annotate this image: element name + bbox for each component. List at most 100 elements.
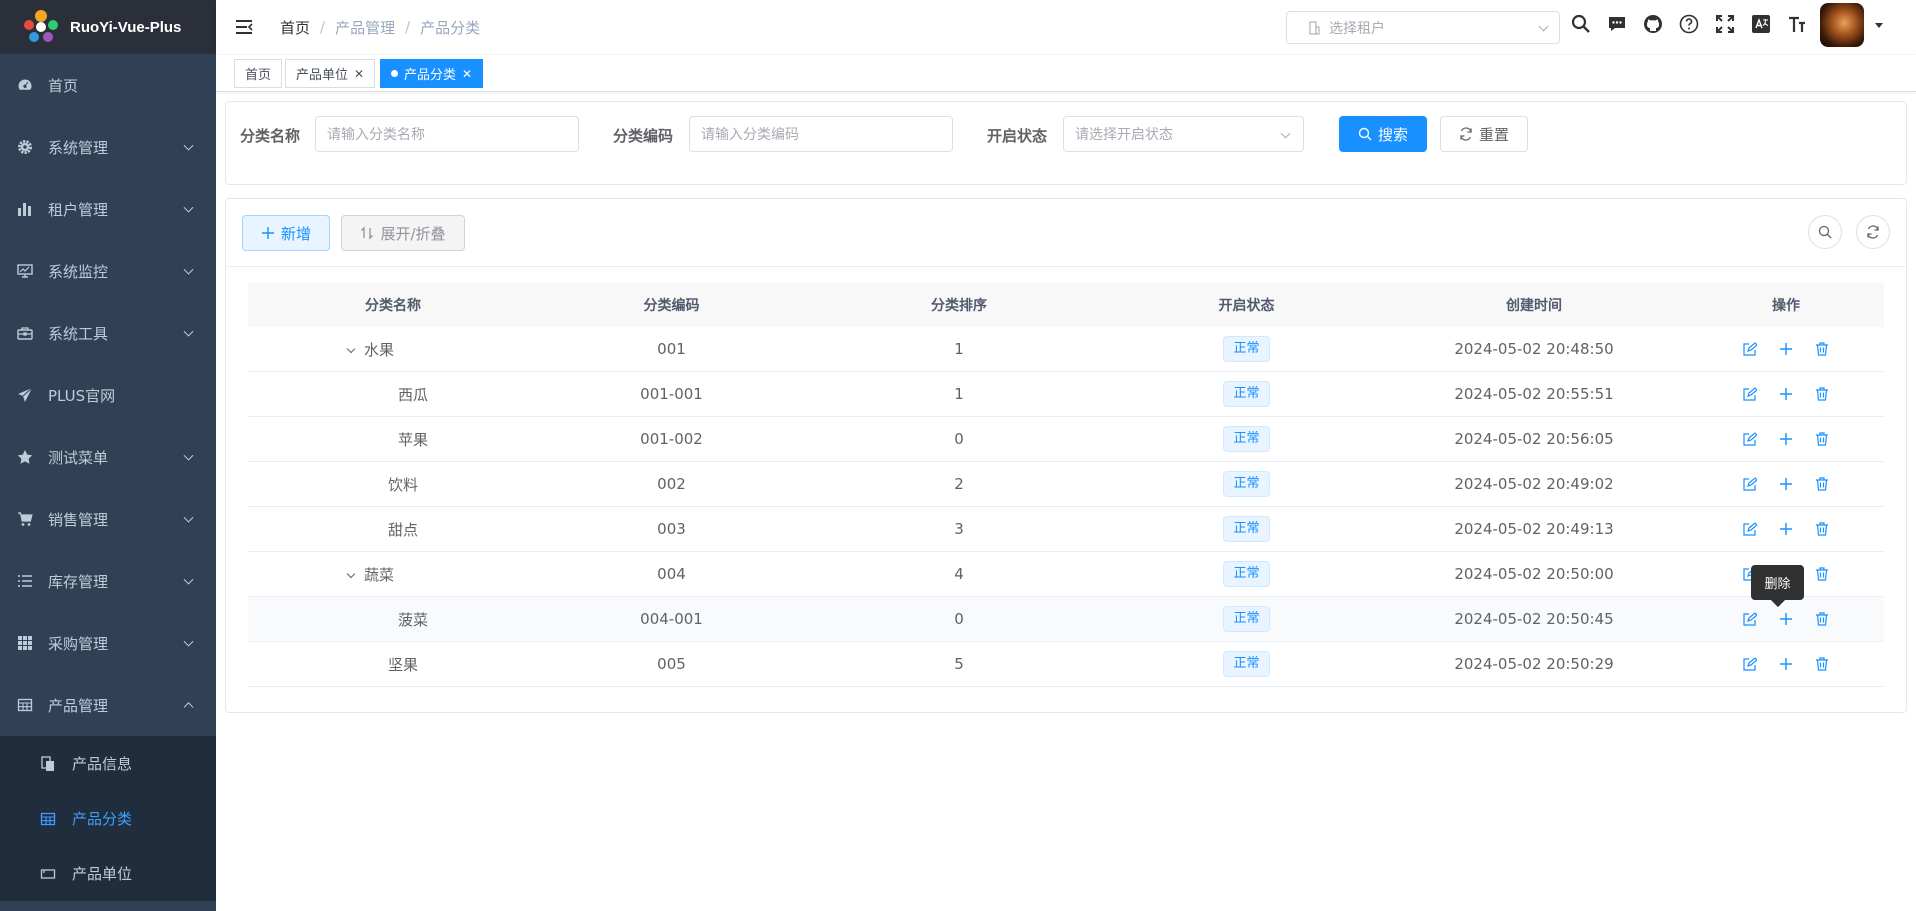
add-child-icon[interactable] [1778, 521, 1794, 537]
refresh-table-button[interactable] [1856, 215, 1890, 249]
logo[interactable]: RuoYi-Vue-Plus [0, 0, 216, 54]
hamburger-icon[interactable] [234, 17, 254, 37]
fullscreen-icon[interactable] [1715, 14, 1735, 34]
category-sort: 0 [954, 430, 964, 448]
sidebar-item-purchase[interactable]: 采购管理 [0, 612, 216, 674]
breadcrumb-home[interactable]: 首页 [280, 17, 310, 38]
refresh-icon [1866, 225, 1880, 239]
column-header: 分类排序 [931, 298, 987, 314]
tag-product-unit[interactable]: 产品单位 ✕ [285, 59, 376, 88]
expand-collapse-button[interactable]: 展开/折叠 [341, 215, 465, 251]
add-child-icon[interactable] [1778, 476, 1794, 492]
delete-icon[interactable] [1814, 566, 1830, 582]
tag-product-category[interactable]: 产品分类 ✕ [380, 59, 484, 88]
actions-cell [1688, 341, 1884, 357]
status-badge: 正常 [1223, 651, 1270, 677]
sidebar-item-test-menu[interactable]: 测试菜单 [0, 426, 216, 488]
tag-home[interactable]: 首页 [234, 59, 283, 88]
category-name-cell: 坚果 [248, 654, 538, 675]
sidebar-item-home[interactable]: 首页 [0, 54, 216, 116]
sidebar-item-product-category[interactable]: 产品分类 [0, 791, 216, 846]
sidebar-item-product[interactable]: 产品管理 [0, 674, 216, 736]
created-time: 2024-05-02 20:49:02 [1454, 475, 1614, 493]
tag-label: 首页 [245, 68, 272, 83]
sidebar-item-plus-site[interactable]: PLUS官网 [0, 364, 216, 426]
font-size-icon[interactable] [1787, 14, 1807, 34]
delete-icon[interactable] [1814, 431, 1830, 447]
expand-caret-icon[interactable] [346, 569, 356, 578]
edit-icon[interactable] [1742, 521, 1758, 537]
sidebar-item-sales[interactable]: 销售管理 [0, 488, 216, 550]
message-icon[interactable] [1607, 14, 1627, 34]
close-icon[interactable]: ✕ [354, 67, 364, 81]
edit-icon[interactable] [1742, 476, 1758, 492]
edit-icon[interactable] [1742, 611, 1758, 627]
github-icon[interactable] [1643, 14, 1663, 34]
category-code-input[interactable]: 请输入分类编码 [689, 116, 953, 152]
add-button[interactable]: 新增 [242, 215, 330, 251]
status-cell: 正常 [1113, 651, 1380, 677]
sidebar-item-label: 产品管理 [48, 696, 109, 715]
category-code: 001-002 [640, 430, 703, 448]
category-name-input[interactable]: 请输入分类名称 [315, 116, 579, 152]
chevron-down-icon [183, 450, 194, 461]
navbar: 首页 / 产品管理 / 产品分类 选择租户 [216, 0, 1916, 54]
table-row: 坚果 005 5 正常 2024-05-02 20:50:29 [248, 642, 1884, 687]
category-sort: 3 [954, 520, 964, 538]
created-time: 2024-05-02 20:55:51 [1454, 385, 1614, 403]
plus-icon [261, 226, 275, 240]
edit-icon[interactable] [1742, 656, 1758, 672]
add-child-icon[interactable] [1778, 341, 1794, 357]
category-sort: 2 [954, 475, 964, 493]
tenant-select[interactable]: 选择租户 [1286, 11, 1560, 44]
paper-plane-icon [16, 386, 34, 404]
breadcrumb: 首页 / 产品管理 / 产品分类 [280, 17, 481, 38]
reset-button[interactable]: 重置 [1440, 116, 1528, 152]
category-name-cell: 苹果 [248, 429, 538, 450]
add-child-icon[interactable] [1778, 431, 1794, 447]
edit-icon[interactable] [1742, 431, 1758, 447]
delete-icon[interactable] [1814, 476, 1830, 492]
sidebar-item-system[interactable]: 系统管理 [0, 116, 216, 178]
tags-view: 首页 产品单位 ✕ 产品分类 ✕ [216, 55, 1916, 92]
sidebar-item-label: 系统工具 [48, 324, 109, 343]
chevron-down-icon [183, 140, 194, 151]
edit-icon[interactable] [1742, 386, 1758, 402]
caret-down-icon[interactable] [1875, 23, 1883, 28]
sidebar-item-inventory[interactable]: 库存管理 [0, 550, 216, 612]
category-table: 分类名称 分类编码 分类排序 开启状态 创建时间 操作 水果 001 1 正常 2024… [248, 283, 1884, 687]
delete-icon[interactable] [1814, 386, 1830, 402]
category-sort: 5 [954, 655, 964, 673]
avatar[interactable] [1820, 3, 1864, 47]
sidebar-item-tools[interactable]: 系统工具 [0, 302, 216, 364]
chevron-down-icon [183, 264, 194, 275]
close-icon[interactable]: ✕ [462, 67, 472, 81]
sidebar-item-monitor[interactable]: 系统监控 [0, 240, 216, 302]
sidebar-item-product-unit[interactable]: 产品单位 [0, 846, 216, 901]
language-icon[interactable] [1751, 14, 1771, 34]
expand-caret-icon[interactable] [346, 344, 356, 353]
delete-icon[interactable] [1814, 341, 1830, 357]
sidebar-item-product-info[interactable]: 产品信息 [0, 736, 216, 791]
toggle-search-button[interactable] [1808, 215, 1842, 249]
table-row: 菠菜 004-001 0 正常 2024-05-02 20:50:45 [248, 597, 1884, 642]
question-icon[interactable] [1679, 14, 1699, 34]
search-icon[interactable] [1571, 14, 1591, 34]
delete-icon[interactable] [1814, 611, 1830, 627]
delete-icon[interactable] [1814, 521, 1830, 537]
delete-icon[interactable] [1814, 656, 1830, 672]
category-code: 004-001 [640, 610, 703, 628]
logo-icon [24, 10, 58, 44]
actions-cell [1688, 611, 1884, 627]
add-child-icon[interactable] [1778, 656, 1794, 672]
status-select[interactable]: 请选择开启状态 [1063, 116, 1304, 152]
add-child-icon[interactable] [1778, 611, 1794, 627]
add-child-icon[interactable] [1778, 386, 1794, 402]
building-icon [1307, 20, 1321, 35]
edit-icon[interactable] [1742, 341, 1758, 357]
actions-cell [1688, 476, 1884, 492]
category-code: 002 [657, 475, 686, 493]
sidebar-item-tenant[interactable]: 租户管理 [0, 178, 216, 240]
search-button[interactable]: 搜索 [1339, 116, 1427, 152]
search-icon [1358, 127, 1372, 141]
